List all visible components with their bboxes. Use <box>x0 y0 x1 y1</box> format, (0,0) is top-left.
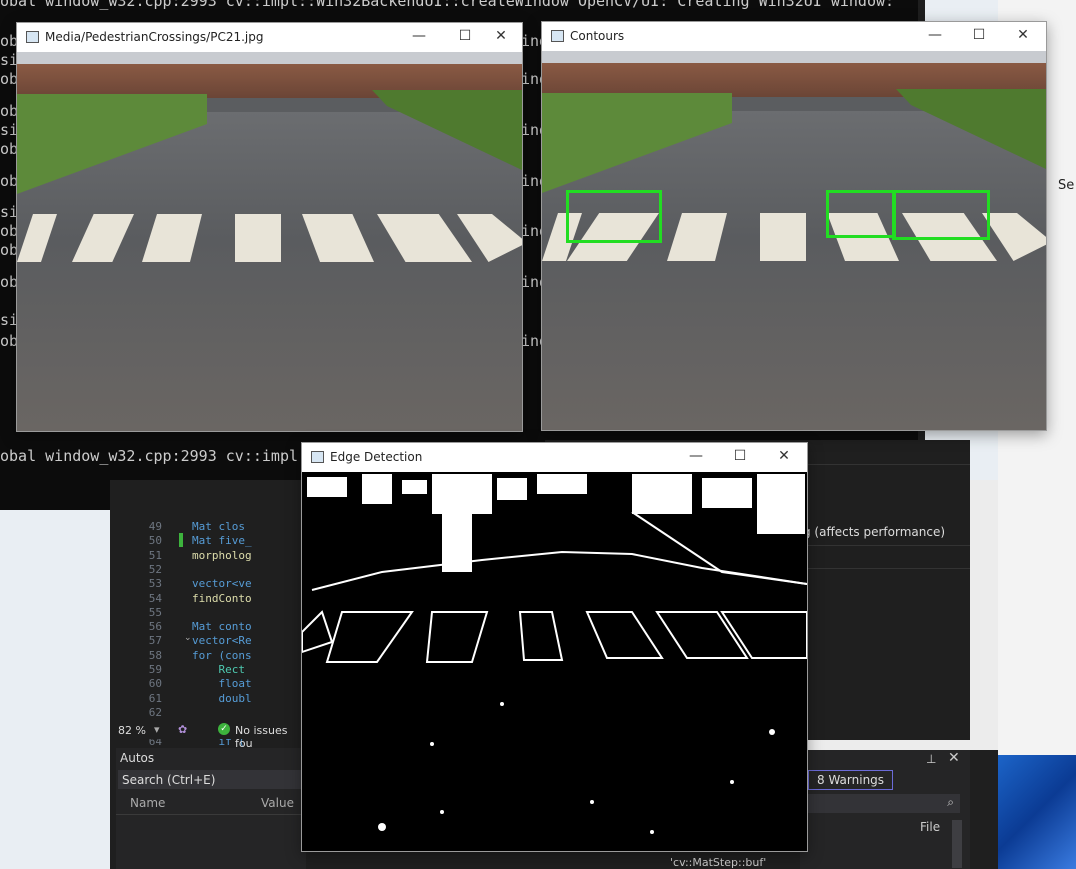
line-number: 50 <box>148 534 162 548</box>
window-titlebar[interactable]: Contours — ☐ ✕ <box>542 22 1046 50</box>
window-titlebar[interactable]: Media/PedestrianCrossings/PC21.jpg — ☐ ✕ <box>17 23 522 51</box>
maximize-button[interactable]: ☐ <box>454 27 476 45</box>
minimize-button[interactable]: — <box>924 26 946 44</box>
code-text: for (cons <box>192 648 252 662</box>
original-image <box>17 52 522 431</box>
code-line[interactable]: 49 Mat clos <box>120 520 300 534</box>
close-icon[interactable]: ✕ <box>948 750 960 766</box>
intellicode-icon[interactable]: ✿ <box>178 723 187 736</box>
editor-status-bar: 82 % ▾ ✿ ✓ No issues fou <box>116 722 306 750</box>
change-marker <box>179 533 183 547</box>
window-title: Media/PedestrianCrossings/PC21.jpg <box>45 30 264 44</box>
contours-image <box>542 51 1046 430</box>
line-number: 60 <box>148 677 162 691</box>
line-number: 58 <box>148 648 162 662</box>
minimize-button[interactable]: — <box>408 27 430 45</box>
original-image-window[interactable]: Media/PedestrianCrossings/PC21.jpg — ☐ ✕ <box>16 22 523 432</box>
detected-contour-box <box>826 190 896 238</box>
code-line[interactable]: 50 Mat five_ <box>120 534 300 548</box>
code-text: float <box>192 677 252 691</box>
code-text: Mat five_ <box>192 534 252 548</box>
edge-image <box>302 472 807 851</box>
code-text: findConto <box>192 591 252 605</box>
line-number: 56 <box>148 620 162 634</box>
code-line[interactable]: 55 <box>120 606 300 620</box>
line-number: 51 <box>148 548 162 562</box>
code-line[interactable]: 53 vector<ve <box>120 577 300 591</box>
maximize-button[interactable]: ☐ <box>968 26 990 44</box>
line-number: 61 <box>148 691 162 705</box>
line-number: 52 <box>148 562 162 576</box>
window-title: Contours <box>570 29 625 43</box>
code-text: Mat clos <box>192 520 245 533</box>
window-app-icon <box>551 30 564 42</box>
pin-icon[interactable]: ⊥ <box>926 752 936 766</box>
line-number: 55 <box>148 605 162 619</box>
code-line[interactable]: 51 morpholog <box>120 549 300 563</box>
error-list-panel[interactable]: ⊥ ✕ 8 Warnings ⌕ File <box>800 750 970 869</box>
code-line[interactable]: 57 vector<Re <box>120 634 300 648</box>
zoom-level[interactable]: 82 % <box>118 724 146 737</box>
line-number: 57 <box>148 634 162 648</box>
code-text: doubl <box>192 691 252 705</box>
issues-status[interactable]: No issues fou <box>235 724 306 750</box>
warnings-filter-button[interactable]: 8 Warnings <box>808 770 894 790</box>
window-app-icon <box>311 451 324 463</box>
perf-note: g (affects performance) <box>803 525 946 539</box>
close-button[interactable]: ✕ <box>490 27 512 45</box>
contours-window[interactable]: Contours — ☐ ✕ <box>541 21 1047 431</box>
minimize-button[interactable]: — <box>685 447 707 465</box>
autos-panel[interactable]: Autos Search (Ctrl+E) Name Value <box>116 748 306 869</box>
error-search-input[interactable]: ⌕ <box>800 794 960 813</box>
code-line[interactable]: 58 for (cons <box>120 649 300 663</box>
code-line[interactable]: 62 <box>120 706 300 720</box>
console-line: obal window_w32.cpp:2993 cv::impl::Win32… <box>0 0 895 10</box>
code-text: vector<ve <box>192 577 252 591</box>
window-app-icon <box>26 31 39 43</box>
zoom-dropdown-icon[interactable]: ▾ <box>154 723 160 736</box>
close-button[interactable]: ✕ <box>1012 26 1034 44</box>
line-number: 49 <box>148 520 162 533</box>
maximize-button[interactable]: ☐ <box>729 447 751 465</box>
detected-contour-box <box>892 190 990 240</box>
code-line[interactable]: 60 float <box>120 677 300 691</box>
code-line[interactable]: 54 findConto <box>120 592 300 606</box>
window-titlebar[interactable]: Edge Detection — ☐ ✕ <box>302 443 807 471</box>
close-button[interactable]: ✕ <box>773 447 795 465</box>
autos-title: Autos <box>120 751 155 765</box>
detected-contour-box <box>566 190 662 243</box>
code-text: Rect <box>192 663 245 676</box>
line-number: 62 <box>148 705 162 719</box>
line-number: 54 <box>148 591 162 605</box>
fold-chevron-icon[interactable]: ⌄ <box>184 633 192 643</box>
error-scrollbar[interactable] <box>952 820 962 868</box>
desktop-wallpaper <box>998 755 1076 869</box>
code-text: morpholog <box>192 548 252 562</box>
error-row[interactable]: 'cv::MatStep::buf' <box>670 856 766 869</box>
background-window-label: Se <box>1058 178 1075 193</box>
line-number: 59 <box>148 663 162 676</box>
column-value[interactable]: Value <box>261 796 294 810</box>
code-text: Mat conto <box>192 620 252 634</box>
edge-detection-window[interactable]: Edge Detection — ☐ ✕ <box>301 442 808 852</box>
autos-search-input[interactable]: Search (Ctrl+E) <box>118 770 304 789</box>
line-number: 53 <box>148 577 162 591</box>
code-line[interactable]: 61 doubl <box>120 692 300 706</box>
window-title: Edge Detection <box>330 450 423 464</box>
column-name[interactable]: Name <box>130 796 165 810</box>
code-line[interactable]: 56 Mat conto <box>120 620 300 634</box>
code-text: vector<Re <box>192 634 252 648</box>
column-file[interactable]: File <box>920 820 940 834</box>
check-icon: ✓ <box>218 723 230 735</box>
search-icon: ⌕ <box>947 795 954 809</box>
code-line[interactable]: 59 Rect <box>120 663 300 677</box>
code-line[interactable]: 52 <box>120 563 300 577</box>
